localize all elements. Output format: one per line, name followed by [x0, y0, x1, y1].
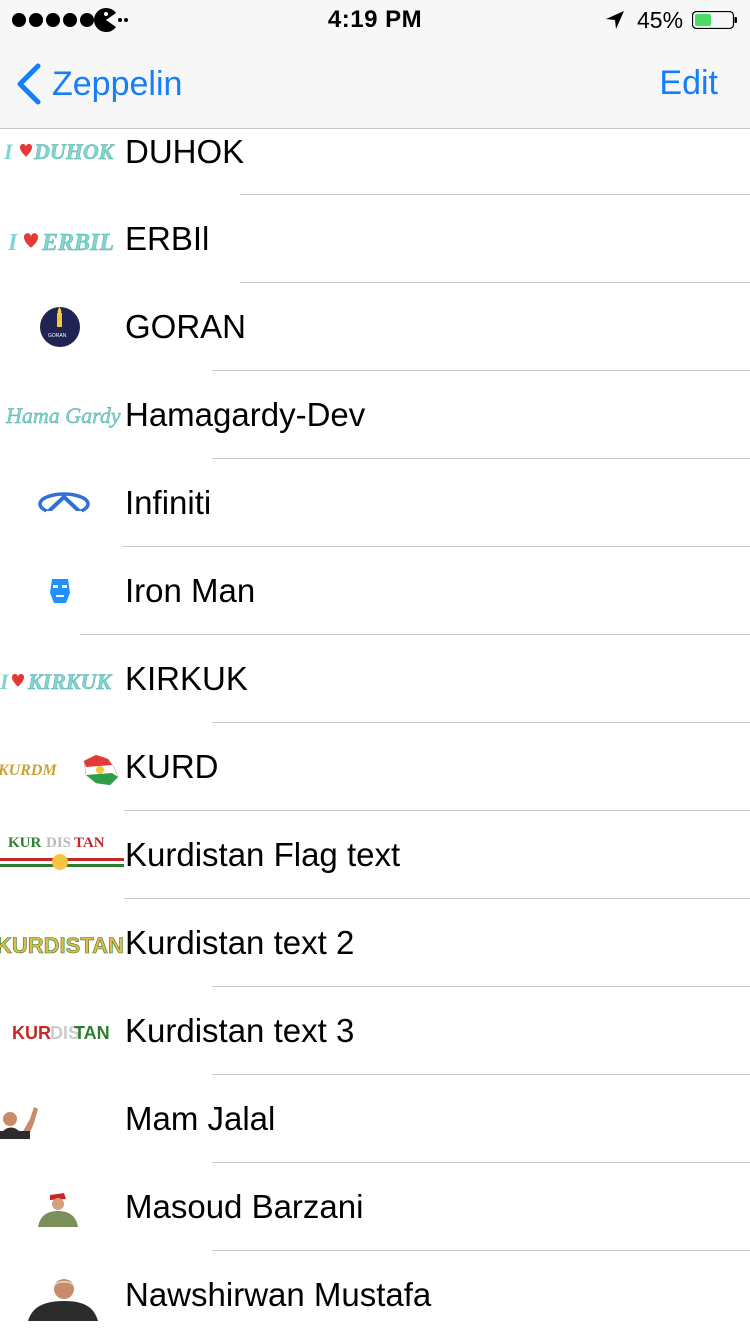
kurd-map-thumbnail: KURDM	[0, 723, 124, 811]
chevron-left-icon	[17, 63, 41, 105]
top-bar: 4:19 PM 45% Zeppelin Edit	[0, 0, 750, 129]
row-label: Infiniti	[125, 484, 212, 521]
i-love-duhok-thumbnail: I DUHOK	[0, 129, 124, 175]
goran-logo-thumbnail: GORAN	[0, 283, 124, 371]
nawshirwan-mustafa-photo-thumbnail	[0, 1251, 124, 1339]
item-list: I DUHOK DUHOK I ERBIL ERBIl GORAN GORAN …	[0, 129, 750, 1339]
row-label: Iron Man	[125, 572, 256, 609]
svg-text:ERBIL: ERBIL	[41, 230, 114, 256]
svg-text:KIRKUK: KIRKUK	[27, 669, 112, 694]
kurdistan-flag-text-thumbnail: KUR DIS TAN	[0, 811, 124, 899]
row-label: Kurdistan text 3	[125, 1012, 355, 1049]
list-row-kurdistan-text-3[interactable]: KUR DIS TAN Kurdistan text 3	[0, 987, 750, 1075]
list-row-iron-man[interactable]: Iron Man	[0, 547, 750, 635]
list-row-kurdistan-text-2[interactable]: KURDISTAN Kurdistan text 2	[0, 899, 750, 987]
back-button[interactable]: Zeppelin	[14, 62, 182, 106]
svg-text:KURDISTAN: KURDISTAN	[0, 933, 124, 958]
list-row-kurd[interactable]: KURDM KURD	[0, 723, 750, 811]
row-label: KIRKUK	[125, 660, 248, 697]
svg-text:TAN: TAN	[74, 835, 105, 851]
infiniti-logo-thumbnail	[0, 459, 124, 547]
list-row-duhok[interactable]: I DUHOK DUHOK	[0, 129, 750, 195]
svg-text:I: I	[0, 669, 10, 694]
row-label: ERBIl	[125, 220, 210, 257]
masoud-barzani-photo-thumbnail	[0, 1163, 124, 1251]
svg-text:DIS: DIS	[46, 835, 71, 851]
row-label: Mam Jalal	[125, 1100, 276, 1137]
hama-gardy-script-thumbnail: Hama Gardy	[0, 371, 124, 459]
list-row-masoud-barzani[interactable]: Masoud Barzani	[0, 1163, 750, 1251]
svg-text:KUR: KUR	[8, 835, 42, 851]
list-row-erbil[interactable]: I ERBIL ERBIl	[0, 195, 750, 283]
i-love-erbil-thumbnail: I ERBIL	[0, 195, 124, 283]
list-row-kurdistan-flag-text[interactable]: KUR DIS TAN Kurdistan Flag text	[0, 811, 750, 899]
row-label: KURD	[125, 748, 219, 785]
row-label: Kurdistan text 2	[125, 924, 355, 961]
list-row-hamagardy-dev[interactable]: Hama Gardy Hamagardy-Dev	[0, 371, 750, 459]
list-row-goran[interactable]: GORAN GORAN	[0, 283, 750, 371]
kurdistan-text-2-thumbnail: KURDISTAN	[0, 899, 124, 987]
mam-jalal-photo-thumbnail	[0, 1075, 124, 1163]
list-row-infiniti[interactable]: Infiniti	[0, 459, 750, 547]
i-love-kirkuk-thumbnail: I KIRKUK	[0, 635, 124, 723]
svg-text:I: I	[7, 230, 19, 256]
battery-percent: 45%	[637, 7, 684, 33]
edit-button[interactable]: Edit	[659, 64, 718, 103]
row-label: Hamagardy-Dev	[125, 396, 366, 433]
iron-man-helmet-thumbnail	[0, 547, 124, 635]
svg-text:DUHOK: DUHOK	[33, 139, 115, 164]
list-row-nawshirwan-mustafa[interactable]: Nawshirwan Mustafa	[0, 1251, 750, 1339]
row-label: Kurdistan Flag text	[125, 836, 401, 873]
svg-text:KUR: KUR	[12, 1023, 51, 1043]
back-button-label: Zeppelin	[52, 64, 183, 103]
row-label: GORAN	[125, 308, 247, 345]
svg-text:TAN: TAN	[74, 1023, 110, 1043]
svg-text:Hama Gardy: Hama Gardy	[5, 403, 121, 428]
navigation-bar: Zeppelin Edit	[0, 40, 750, 128]
row-label: Nawshirwan Mustafa	[125, 1276, 432, 1313]
svg-text:I: I	[3, 139, 14, 164]
list-row-kirkuk[interactable]: I KIRKUK KIRKUK	[0, 635, 750, 723]
status-bar: 4:19 PM 45%	[0, 0, 750, 40]
location-arrow-icon	[606, 11, 624, 29]
svg-text:GORAN: GORAN	[48, 333, 67, 339]
battery-icon	[692, 11, 737, 29]
kurdistan-text-3-thumbnail: KUR DIS TAN	[0, 987, 124, 1075]
row-label: Masoud Barzani	[125, 1188, 364, 1225]
svg-text:KURDM: KURDM	[0, 762, 57, 779]
list-row-mam-jalal[interactable]: Mam Jalal	[0, 1075, 750, 1163]
